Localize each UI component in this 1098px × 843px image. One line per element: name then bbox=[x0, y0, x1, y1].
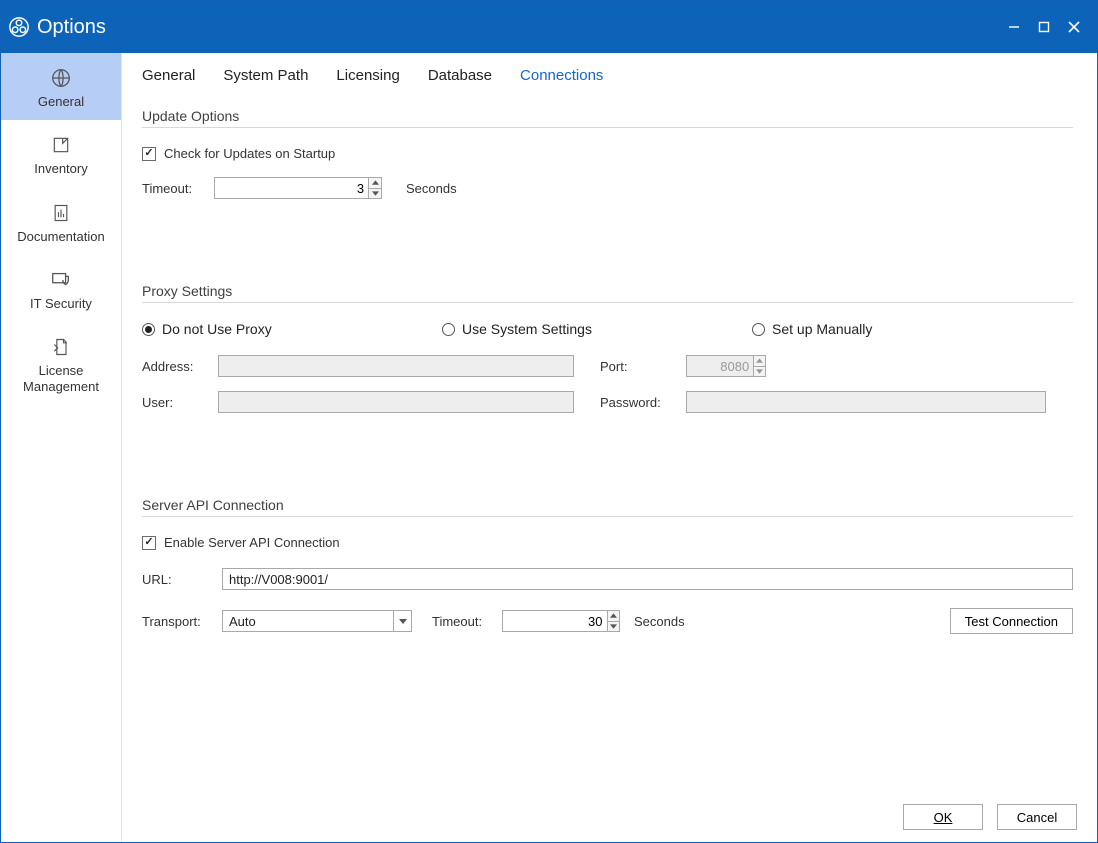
server-transport-label: Transport: bbox=[142, 614, 222, 629]
server-timeout-unit: Seconds bbox=[634, 614, 685, 629]
sidebar-item-license-management[interactable]: License Management bbox=[1, 322, 121, 406]
tab-connections[interactable]: Connections bbox=[520, 67, 603, 84]
proxy-user-input[interactable] bbox=[218, 391, 574, 413]
titlebar: Options bbox=[1, 1, 1097, 53]
sidebar-item-label: Documentation bbox=[17, 229, 104, 245]
sidebar-item-it-security[interactable]: IT Security bbox=[1, 255, 121, 322]
tabs: General System Path Licensing Database C… bbox=[142, 61, 1077, 94]
proxy-port-value[interactable] bbox=[687, 356, 753, 376]
radio-icon bbox=[142, 323, 155, 336]
cancel-button[interactable]: Cancel bbox=[997, 804, 1077, 830]
proxy-radio-label: Set up Manually bbox=[772, 321, 872, 337]
proxy-port-input[interactable] bbox=[686, 355, 766, 377]
check-updates-checkbox[interactable] bbox=[142, 147, 156, 161]
section-title-proxy: Proxy Settings bbox=[142, 283, 1073, 303]
minimize-button[interactable] bbox=[999, 12, 1029, 42]
sidebar-item-label: License Management bbox=[5, 363, 117, 396]
section-title-server: Server API Connection bbox=[142, 497, 1073, 517]
sidebar-item-documentation[interactable]: Documentation bbox=[1, 188, 121, 255]
proxy-radio-manual[interactable]: Set up Manually bbox=[752, 321, 872, 337]
section-title-update: Update Options bbox=[142, 108, 1073, 128]
check-updates-label: Check for Updates on Startup bbox=[164, 146, 335, 161]
spin-up-icon[interactable] bbox=[754, 356, 765, 366]
server-transport-value: Auto bbox=[229, 614, 256, 629]
sidebar-item-label: General bbox=[38, 94, 84, 110]
sidebar-item-label: Inventory bbox=[34, 161, 87, 177]
sidebar-item-general[interactable]: General bbox=[1, 53, 121, 120]
tab-licensing[interactable]: Licensing bbox=[336, 67, 399, 84]
proxy-password-input[interactable] bbox=[686, 391, 1046, 413]
proxy-radio-label: Do not Use Proxy bbox=[162, 321, 272, 337]
spin-down-icon[interactable] bbox=[369, 188, 381, 199]
proxy-address-input[interactable] bbox=[218, 355, 574, 377]
server-timeout-input[interactable] bbox=[502, 610, 620, 632]
sidebar-item-inventory[interactable]: Inventory bbox=[1, 120, 121, 187]
maximize-button[interactable] bbox=[1029, 12, 1059, 42]
server-timeout-label: Timeout: bbox=[432, 614, 502, 629]
spin-down-icon[interactable] bbox=[608, 621, 620, 632]
server-timeout-value[interactable] bbox=[503, 611, 607, 631]
enable-server-api-checkbox[interactable] bbox=[142, 536, 156, 550]
close-button[interactable] bbox=[1059, 12, 1089, 42]
server-url-input[interactable] bbox=[222, 568, 1073, 590]
proxy-user-label: User: bbox=[142, 395, 218, 410]
spin-up-icon[interactable] bbox=[608, 611, 620, 621]
server-transport-select[interactable]: Auto bbox=[222, 610, 412, 632]
sidebar: General Inventory Documentation bbox=[1, 53, 122, 842]
server-url-label: URL: bbox=[142, 572, 222, 587]
tab-general[interactable]: General bbox=[142, 67, 195, 84]
documentation-icon bbox=[48, 202, 74, 224]
tab-system-path[interactable]: System Path bbox=[223, 67, 308, 84]
update-timeout-label: Timeout: bbox=[142, 181, 214, 196]
ok-button-label: OK bbox=[934, 810, 953, 825]
inventory-icon bbox=[48, 134, 74, 156]
app-icon bbox=[7, 15, 31, 39]
radio-icon bbox=[442, 323, 455, 336]
sidebar-item-label: IT Security bbox=[30, 296, 92, 312]
test-connection-button[interactable]: Test Connection bbox=[950, 608, 1073, 634]
radio-icon bbox=[752, 323, 765, 336]
globe-icon bbox=[48, 67, 74, 89]
update-timeout-unit: Seconds bbox=[406, 181, 457, 196]
proxy-radio-none[interactable]: Do not Use Proxy bbox=[142, 321, 442, 337]
window-title: Options bbox=[37, 16, 106, 39]
enable-server-api-label: Enable Server API Connection bbox=[164, 535, 340, 550]
proxy-radio-label: Use System Settings bbox=[462, 321, 592, 337]
spin-up-icon[interactable] bbox=[369, 178, 381, 188]
proxy-password-label: Password: bbox=[578, 395, 658, 410]
update-timeout-input[interactable] bbox=[214, 177, 382, 199]
proxy-radio-system[interactable]: Use System Settings bbox=[442, 321, 752, 337]
update-timeout-value[interactable] bbox=[215, 178, 368, 198]
spin-down-icon[interactable] bbox=[754, 366, 765, 377]
proxy-port-label: Port: bbox=[578, 359, 658, 374]
license-icon bbox=[48, 336, 74, 358]
tab-database[interactable]: Database bbox=[428, 67, 492, 84]
ok-button[interactable]: OK bbox=[903, 804, 983, 830]
chevron-down-icon bbox=[393, 611, 411, 631]
proxy-address-label: Address: bbox=[142, 359, 218, 374]
shield-icon bbox=[48, 269, 74, 291]
